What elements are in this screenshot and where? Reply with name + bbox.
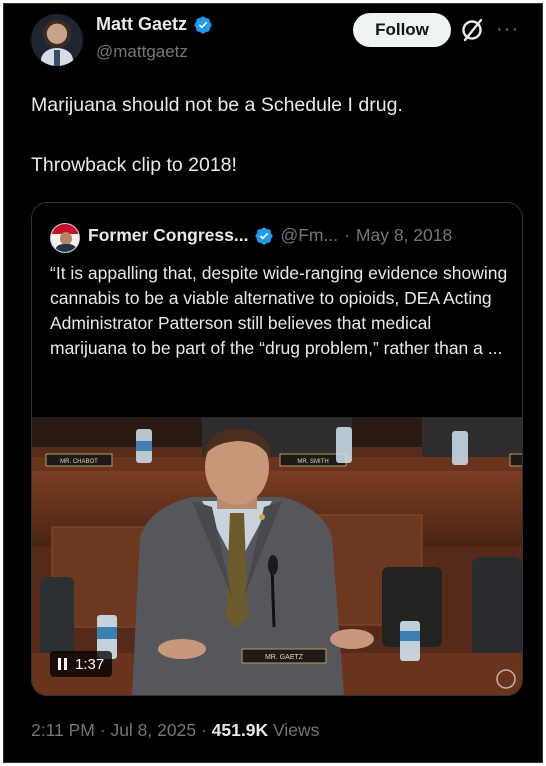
nameplate: MR. GAETZ bbox=[241, 648, 327, 664]
svg-text:MR. CHABOT: MR. CHABOT bbox=[60, 459, 98, 465]
verified-badge-icon bbox=[255, 226, 274, 245]
tweet-meta: 2:11 PM · Jul 8, 2025 · 451.9K Views bbox=[31, 720, 319, 741]
post-time[interactable]: 2:11 PM bbox=[31, 720, 95, 740]
views-count: 451.9K bbox=[211, 720, 269, 740]
author-name-row: Matt Gaetz bbox=[96, 14, 213, 35]
quoted-author-avatar[interactable] bbox=[50, 223, 80, 253]
video-time-label: 1:37 bbox=[75, 655, 105, 673]
post-date[interactable]: Jul 8, 2025 bbox=[110, 720, 196, 740]
pause-icon[interactable] bbox=[58, 658, 67, 670]
more-icon[interactable]: ··· bbox=[496, 18, 519, 41]
video-time[interactable]: 1:37 bbox=[50, 651, 113, 677]
quoted-date[interactable]: May 8, 2018 bbox=[356, 225, 452, 246]
quoted-text: “It is appalling that, despite wide-rang… bbox=[50, 263, 508, 358]
views-label: Views bbox=[272, 720, 320, 740]
author-handle[interactable]: @mattgaetz bbox=[96, 42, 188, 62]
quoted-tweet[interactable]: Former Congress... @Fm... · May 8, 2018 … bbox=[31, 202, 523, 696]
svg-text:MR. SMITH: MR. SMITH bbox=[297, 459, 328, 465]
tweet-card: Matt Gaetz @mattgaetz Follow ··· Marijua… bbox=[3, 3, 543, 763]
author-name[interactable]: Matt Gaetz bbox=[96, 14, 187, 35]
author-avatar[interactable] bbox=[31, 14, 83, 66]
separator-dot: · bbox=[344, 225, 350, 245]
separator-dot: · bbox=[99, 720, 106, 740]
separator-dot: · bbox=[200, 720, 207, 740]
quoted-author-name[interactable]: Former Congress... bbox=[88, 225, 248, 246]
quoted-author-handle[interactable]: @Fm... bbox=[280, 225, 338, 246]
svg-text:MR. GAETZ: MR. GAETZ bbox=[265, 654, 304, 661]
verified-badge-icon bbox=[194, 15, 212, 34]
video-player[interactable]: MR. CHABOT MR. SMITH MR. GAETZ 1:37 bbox=[32, 417, 522, 695]
quoted-header: Former Congress... @Fm... · May 8, 2018 bbox=[88, 225, 452, 246]
tweet-text: Marijuana should not be a Schedule I dru… bbox=[31, 94, 403, 176]
nameplate: MR. CHABOT bbox=[45, 453, 113, 467]
grok-icon[interactable] bbox=[459, 16, 487, 44]
follow-button[interactable]: Follow bbox=[353, 13, 451, 47]
